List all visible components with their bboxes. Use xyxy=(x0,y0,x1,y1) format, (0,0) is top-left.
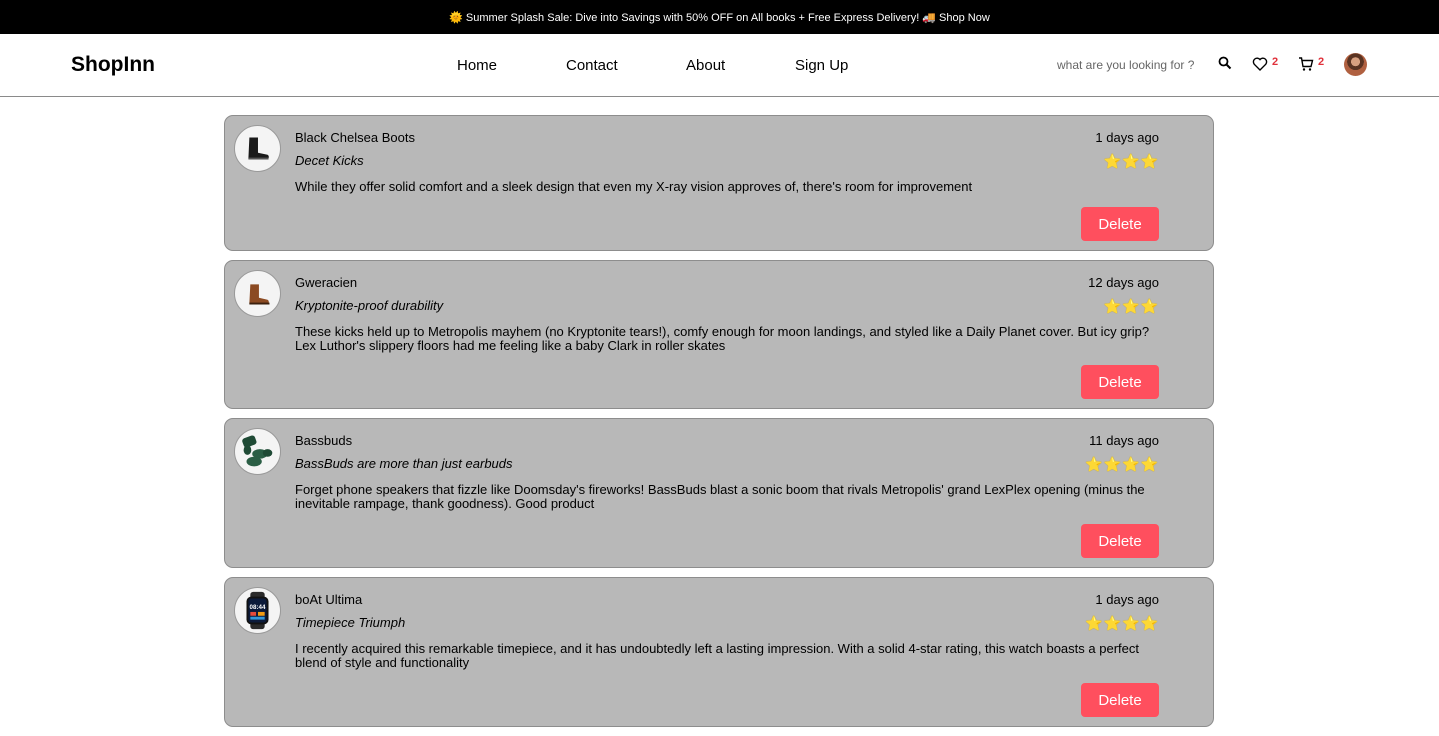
delete-button[interactable]: Delete xyxy=(1081,365,1159,399)
review-date: 1 days ago xyxy=(1095,592,1159,607)
cart-icon[interactable] xyxy=(1298,56,1314,72)
navbar: ShopInn Home Contact About Sign Up what … xyxy=(0,34,1439,97)
nav-home[interactable]: Home xyxy=(457,57,497,74)
review-card: Gweracien Kryptonite-proof durability 12… xyxy=(224,260,1214,409)
review-date: 11 days ago xyxy=(1089,433,1159,448)
review-card: Black Chelsea Boots Decet Kicks 1 days a… xyxy=(224,115,1214,251)
wishlist-count-badge: 2 xyxy=(1272,56,1279,68)
review-text: While they offer solid comfort and a sle… xyxy=(295,179,973,194)
delete-button[interactable]: Delete xyxy=(1081,524,1159,558)
review-date: 12 days ago xyxy=(1088,275,1159,290)
product-name: Black Chelsea Boots xyxy=(295,130,415,145)
announcement-text[interactable]: 🌞 Summer Splash Sale: Dive into Savings … xyxy=(449,11,990,24)
heart-icon[interactable] xyxy=(1252,56,1268,72)
announcement-bar: 🌞 Summer Splash Sale: Dive into Savings … xyxy=(0,0,1439,34)
star-rating: ⭐⭐⭐⭐ xyxy=(1085,456,1159,472)
nav-about[interactable]: About xyxy=(686,57,725,74)
product-image xyxy=(234,270,281,317)
nav-contact[interactable]: Contact xyxy=(566,57,618,74)
review-title: BassBuds are more than just earbuds xyxy=(295,456,513,471)
brand-logo[interactable]: ShopInn xyxy=(71,53,155,77)
product-image: 08:44 xyxy=(234,587,281,634)
review-text: Forget phone speakers that fizzle like D… xyxy=(295,482,1145,511)
cart-count-badge: 2 xyxy=(1318,56,1325,68)
review-card: 08:44 boAt Ultima Timepiece Triumph 1 da… xyxy=(224,577,1214,727)
product-image xyxy=(234,125,281,172)
product-name: boAt Ultima xyxy=(295,592,363,607)
review-title: Kryptonite-proof durability xyxy=(295,298,444,313)
review-text: These kicks held up to Metropolis mayhem… xyxy=(295,324,1150,353)
star-rating: ⭐⭐⭐ xyxy=(1103,298,1159,314)
review-text: I recently acquired this remarkable time… xyxy=(295,641,1139,670)
review-list: Black Chelsea Boots Decet Kicks 1 days a… xyxy=(224,115,1214,736)
review-title: Timepiece Triumph xyxy=(295,615,406,630)
search-icon[interactable] xyxy=(1218,56,1232,70)
review-date: 1 days ago xyxy=(1095,130,1159,145)
review-title: Decet Kicks xyxy=(295,153,364,168)
search-input[interactable]: what are you looking for ? xyxy=(1057,58,1194,72)
product-name: Gweracien xyxy=(295,275,358,290)
product-image xyxy=(234,428,281,475)
delete-button[interactable]: Delete xyxy=(1081,683,1159,717)
nav-signup[interactable]: Sign Up xyxy=(795,57,848,74)
star-rating: ⭐⭐⭐ xyxy=(1103,153,1159,169)
watch-face-text: 08:44 xyxy=(250,604,266,611)
delete-button[interactable]: Delete xyxy=(1081,207,1159,241)
product-name: Bassbuds xyxy=(295,433,353,448)
review-card: Bassbuds BassBuds are more than just ear… xyxy=(224,418,1214,568)
star-rating: ⭐⭐⭐⭐ xyxy=(1085,615,1159,631)
user-avatar[interactable] xyxy=(1344,53,1367,76)
